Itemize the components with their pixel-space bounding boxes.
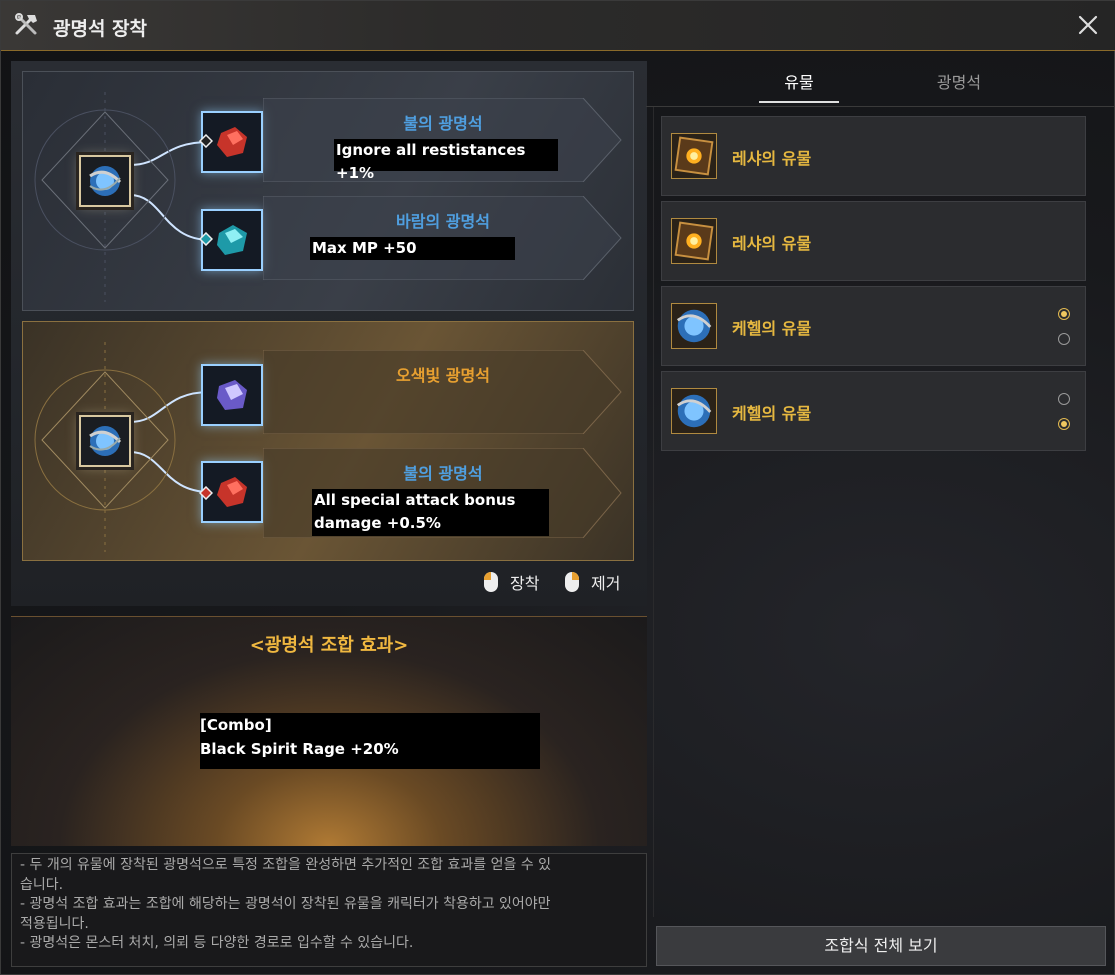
gem-info-1: 불의 광명석 Ignore all restistances +1% <box>263 98 623 182</box>
lightstone-equip-window: 광명석 장착 불의 광명석 Ignore all restistances +1… <box>0 0 1115 975</box>
note-line: - 광명석 조합 효과는 조합에 해당하는 광명석이 장착된 유물을 캐릭터가 … <box>20 896 551 912</box>
red-gem-icon <box>217 477 247 507</box>
gem-effect: Max MP +50 <box>310 237 515 260</box>
lesha-relic-icon <box>671 133 717 179</box>
gem-effect: Ignore all restistances +1% <box>334 139 558 182</box>
gem-info-2: 불의 광명석 All special attack bonus damage +… <box>263 448 623 538</box>
red-gem-icon <box>217 127 247 157</box>
tab-lightstone[interactable]: 광명석 <box>899 69 1019 93</box>
mouse-left-click-icon <box>484 572 498 592</box>
note-line: - 두 개의 유물에 장착된 광명석으로 특정 조합을 완성하면 추가적인 조합… <box>20 857 552 873</box>
kehel-relic-icon <box>671 303 717 349</box>
purple-gem-icon <box>217 380 247 410</box>
combo-effect-text: [Combo] Black Spirit Rage +20% <box>200 713 540 769</box>
gem-slot-1[interactable] <box>201 364 263 426</box>
remove-hint-label: 제거 <box>591 574 621 593</box>
combo-title: <광명석 조합 효과> <box>249 635 409 656</box>
active-tab-indicator <box>759 101 839 103</box>
help-notes: - 두 개의 유물에 장착된 광명석으로 특정 조합을 완성하면 추가적인 조합… <box>11 853 647 967</box>
relic-list-item[interactable]: 레샤의 유물 <box>661 116 1086 196</box>
set-card-1: 불의 광명석 Ignore all restistances +1% 바람의 광… <box>22 71 634 311</box>
note-line: 적용됩니다. <box>20 915 89 932</box>
relic-slot[interactable] <box>79 415 131 467</box>
gem-name: 오색빛 광명석 <box>396 366 490 385</box>
lesha-relic-icon <box>671 218 717 264</box>
gem-info-2: 바람의 광명석 Max MP +50 <box>263 196 623 280</box>
slot-radio-bottom[interactable] <box>1058 333 1070 345</box>
gem-info-1: 오색빛 광명석 <box>263 350 623 434</box>
relic-list-item[interactable]: 레샤의 유물 <box>661 201 1086 281</box>
relic-name: 케헬의 유물 <box>732 404 812 423</box>
relic-name: 레샤의 유물 <box>732 149 812 168</box>
kehel-relic-icon <box>89 426 122 456</box>
relic-slot[interactable] <box>79 155 131 207</box>
gem-effect: All special attack bonus damage +0.5% <box>312 489 549 536</box>
gem-name: 불의 광명석 <box>403 114 483 133</box>
slot-radio-top[interactable] <box>1058 308 1070 320</box>
relic-list-item[interactable]: 케헬의 유물 <box>661 371 1086 451</box>
equip-hint-label: 장착 <box>510 574 540 593</box>
slot-radio-bottom[interactable] <box>1058 418 1070 430</box>
set-panel: 불의 광명석 Ignore all restistances +1% 바람의 광… <box>11 61 647 606</box>
note-line: 습니다. <box>20 876 64 893</box>
relic-name: 케헬의 유물 <box>732 319 812 338</box>
relic-name: 레샤의 유물 <box>732 234 812 253</box>
set-card-2: 오색빛 광명석 불의 광명석 All special attack bonus … <box>22 321 634 561</box>
combo-effect-section: <광명석 조합 효과> [Combo] Black Spirit Rage +2… <box>11 616 647 846</box>
gem-name: 바람의 광명석 <box>396 212 490 231</box>
mouse-right-click-icon <box>565 572 579 592</box>
note-line: - 광명석은 몬스터 처치, 의뢰 등 다양한 경로로 입수할 수 있습니다. <box>20 935 414 951</box>
kehel-relic-icon <box>89 166 122 196</box>
diamond-connector-icon <box>199 486 213 500</box>
window-title: 광명석 장착 <box>53 18 148 40</box>
tab-relic[interactable]: 유물 <box>739 69 859 93</box>
title-bar: 광명석 장착 <box>1 1 1115 51</box>
gem-name: 불의 광명석 <box>403 464 483 483</box>
cyan-gem-icon <box>217 225 247 255</box>
diamond-connector-icon <box>199 232 213 246</box>
kehel-relic-icon <box>671 388 717 434</box>
panel-divider <box>653 107 654 917</box>
slot-radio-top[interactable] <box>1058 393 1070 405</box>
diamond-connector-icon <box>199 134 213 148</box>
close-button[interactable] <box>1074 11 1102 39</box>
tab-bar: 유물 광명석 <box>646 61 1115 107</box>
crossed-tools-icon <box>15 13 37 35</box>
relic-list-item[interactable]: 케헬의 유물 <box>661 286 1086 366</box>
view-all-combos-button[interactable]: 조합식 전체 보기 <box>656 926 1106 966</box>
